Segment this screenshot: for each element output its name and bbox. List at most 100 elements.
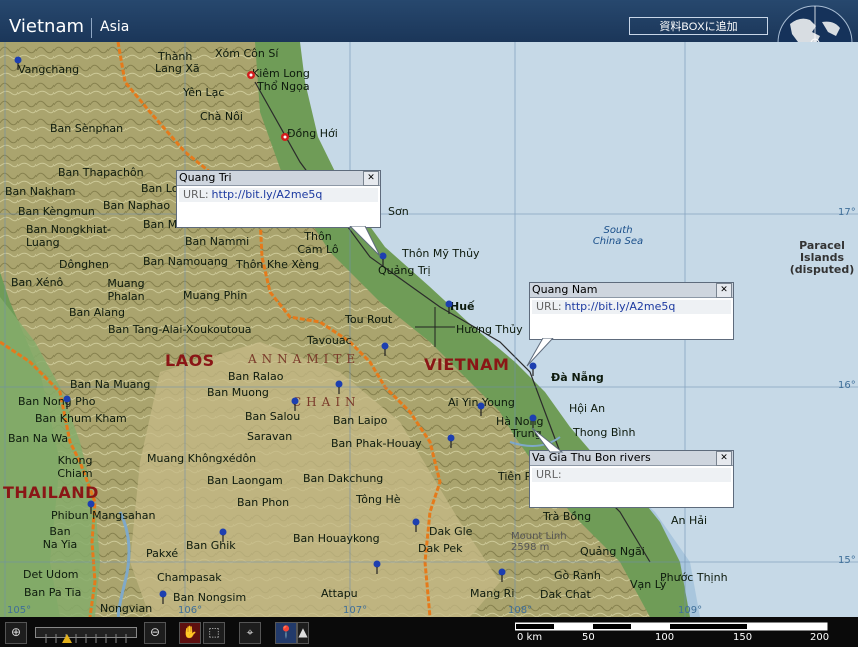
- place-label: Ban Lo: [141, 182, 179, 195]
- map-pin-icon[interactable]: [411, 518, 421, 532]
- place-label: Mang Ri: [470, 587, 515, 600]
- zoom-out-icon[interactable]: ⊖: [144, 622, 166, 644]
- url-label: URL:: [183, 188, 209, 201]
- place-label: Pakxé: [146, 547, 179, 560]
- place-label: Xóm Côn Sí: [215, 47, 279, 60]
- place-label: Ban Ghik: [186, 539, 236, 552]
- place-label: Muang Phalan: [107, 277, 145, 303]
- map-pin-icon[interactable]: [497, 568, 507, 582]
- map-flag-icon[interactable]: [246, 70, 256, 84]
- popup-title: Quang Nam: [532, 283, 598, 296]
- map-toolbar: ⊕ ⊖ ✋ ⬚ ⌖ 📍 ▲ 0 km 50 100 150 200: [0, 617, 858, 647]
- page-title: Vietnam: [9, 16, 85, 37]
- url-link[interactable]: http://bit.ly/A2me5q: [565, 300, 676, 313]
- place-label: Ban Nakham: [5, 185, 76, 198]
- place-label: Gò Ranh: [554, 569, 601, 582]
- map-pin-icon[interactable]: [62, 395, 72, 409]
- place-label: Thôn Cam Lô: [297, 230, 339, 256]
- place-label: Ban Namouang: [143, 255, 228, 268]
- map-pin-icon[interactable]: [446, 434, 456, 448]
- map-pin-icon[interactable]: [444, 300, 454, 314]
- place-label: Saravan: [247, 430, 293, 443]
- map-pin-icon[interactable]: [372, 560, 382, 574]
- map-pin-icon[interactable]: [158, 590, 168, 604]
- place-label: Ban Na Muang: [70, 378, 151, 391]
- region-subtitle: Asia: [100, 19, 130, 35]
- place-label: Ban Houaykong: [293, 532, 380, 545]
- map-pin-icon[interactable]: [380, 342, 390, 356]
- place-label: Hương Thủy: [456, 323, 523, 336]
- map-pin-icon[interactable]: [218, 528, 228, 542]
- place-label: Ban Muong: [207, 386, 269, 399]
- place-label: Ban Alang: [69, 306, 126, 319]
- popup-header: Quang Tri ✕: [177, 171, 380, 186]
- popup-url-row: URL: http://bit.ly/A2me5q: [532, 300, 731, 314]
- place-label: Dak Pek: [418, 542, 463, 555]
- chevron-up-icon[interactable]: ▲: [297, 622, 309, 644]
- crosshair-icon[interactable]: ⌖: [239, 622, 261, 644]
- pan-hand-icon[interactable]: ✋: [179, 622, 201, 644]
- place-label: Attapu: [321, 587, 358, 600]
- info-popup-va-gia-thu-bon[interactable]: Va Gia Thu Bon rivers ✕ URL:: [529, 450, 734, 508]
- scale-label: 200: [810, 632, 830, 643]
- place-label: Dônghen: [59, 258, 109, 271]
- place-label: Ban Nammi: [185, 235, 250, 248]
- lat-label: 16°: [838, 380, 856, 391]
- scale-label: 100: [655, 632, 675, 643]
- map-pin-icon[interactable]: [476, 402, 486, 416]
- zoom-slider-thumb: [62, 634, 72, 643]
- map-flag-icon[interactable]: [280, 132, 290, 146]
- place-label: Phước Thịnh: [660, 571, 728, 584]
- zoom-in-icon[interactable]: ⊕: [5, 622, 27, 644]
- info-popup-quang-nam[interactable]: Quang Nam ✕ URL: http://bit.ly/A2me5q: [529, 282, 734, 340]
- place-label: Ban Nongkhiat-Luang: [26, 223, 112, 249]
- map-pin-icon[interactable]: [290, 397, 300, 411]
- place-label: Ban Laongam: [207, 474, 283, 487]
- place-label: Muang Khôngxédôn: [147, 452, 257, 465]
- place-label: Thôn Khe Xèng: [236, 258, 320, 271]
- place-label: Ban Thapachôn: [58, 166, 144, 179]
- add-to-box-button[interactable]: 資料BOXに追加: [629, 17, 768, 35]
- map-pin-icon[interactable]: [334, 380, 344, 394]
- popup-url-row: URL:: [532, 468, 731, 482]
- url-label: URL:: [536, 300, 562, 313]
- close-icon[interactable]: ✕: [716, 451, 732, 466]
- close-icon[interactable]: ✕: [716, 283, 732, 298]
- place-label: Ban Phon: [237, 496, 290, 509]
- place-label: Phibun Mangsahan: [51, 509, 156, 522]
- place-label: Ban Nong Pho: [18, 395, 96, 408]
- place-label: Ban Xénô: [11, 276, 64, 289]
- scale-label: 0 km: [517, 632, 543, 643]
- zoom-slider[interactable]: [35, 627, 137, 643]
- pin-tool-icon[interactable]: 📍: [275, 622, 297, 644]
- place-label: Tavouac: [307, 334, 352, 347]
- info-popup-quang-tri[interactable]: Quang Tri ✕ URL: http://bit.ly/A2me5q: [176, 170, 381, 228]
- place-label: Dak Gle: [429, 525, 473, 538]
- popup-url-row: URL: http://bit.ly/A2me5q: [179, 188, 378, 202]
- popup-pointer: [531, 427, 564, 453]
- url-link[interactable]: http://bit.ly/A2me5q: [212, 188, 323, 201]
- place-label: Thổ Ngọa: [257, 80, 310, 93]
- region-label-chain: CHAIN: [292, 395, 361, 409]
- scale-label: 150: [733, 632, 753, 643]
- map-viewer: Vietnam Asia 資料BOXに追加 17° 16° 15° 105° 1…: [0, 0, 858, 647]
- map-pin-icon[interactable]: [13, 56, 23, 70]
- zoom-slider-track: [45, 634, 127, 643]
- select-tool-icon[interactable]: ⬚: [203, 622, 225, 644]
- region-label-annamite: ANNAMITE: [248, 352, 361, 366]
- map-canvas[interactable]: 17° 16° 15° 105° 106° 107° 108° 109° LAO…: [0, 42, 858, 617]
- place-label: Chà Nôi: [200, 110, 243, 123]
- place-label: Ban Nongsim: [173, 591, 247, 604]
- scale-label: 50: [582, 632, 595, 643]
- place-label: Ban Naphao: [103, 199, 171, 212]
- peak-name: Mount Linh: [511, 531, 567, 542]
- close-icon[interactable]: ✕: [363, 171, 379, 186]
- place-label: Ban Kèngmun: [18, 205, 95, 218]
- place-label: Champasak: [157, 571, 222, 584]
- header-bar: Vietnam Asia 資料BOXに追加: [0, 0, 858, 81]
- island-label: Paracel Islands (disputed): [789, 239, 855, 276]
- place-label: Vangchang: [18, 63, 80, 76]
- place-label: Ban Khum Kham: [35, 412, 127, 425]
- map-pin-icon[interactable]: [86, 500, 96, 514]
- place-label: Quảng Ngãi: [580, 545, 645, 558]
